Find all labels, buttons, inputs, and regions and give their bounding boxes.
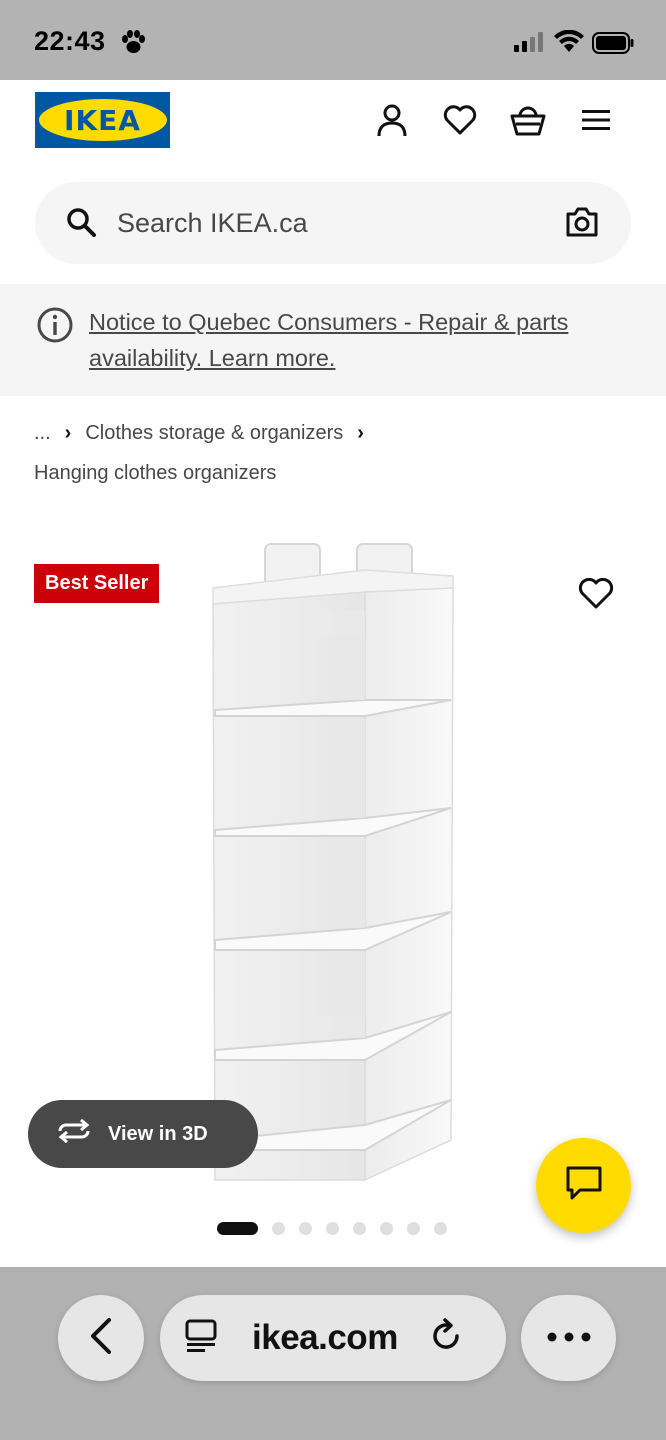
status-time: 22:43 [34,26,106,56]
cellular-signal-icon [514,32,546,57]
pagination-dot[interactable] [380,1222,393,1235]
more-options-button[interactable] [521,1295,616,1381]
pagination-dot[interactable] [407,1222,420,1235]
heart-icon[interactable] [442,102,478,138]
search-bar[interactable] [35,182,631,264]
url-text[interactable]: ikea.com [252,1318,398,1358]
chevron-left-icon [87,1317,115,1360]
product-image[interactable] [205,540,460,1195]
ellipsis-icon [547,1329,591,1347]
chat-icon [566,1166,602,1205]
info-icon [36,306,74,349]
pagination-dot[interactable] [326,1222,339,1235]
pagination-dot[interactable] [353,1222,366,1235]
breadcrumb: ... › Clothes storage & organizers › Han… [34,418,364,488]
product-gallery[interactable]: Best Seller View in 3D [0,520,666,1265]
pagination-dot[interactable] [434,1222,447,1235]
chevron-right-icon: › [64,421,72,444]
status-bar: 22:43 [0,0,666,80]
camera-search-icon[interactable] [565,206,599,243]
search-icon[interactable] [65,206,97,243]
breadcrumb-item[interactable]: Clothes storage & organizers [85,422,343,445]
ikea-logo[interactable]: IKEA [35,92,170,148]
page-menu-icon[interactable] [184,1318,220,1359]
chevron-right-icon: › [357,421,364,444]
notice-banner: Notice to Quebec Consumers - Repair & pa… [0,284,666,396]
browser-toolbar: ikea.com [0,1267,666,1440]
breadcrumb-current[interactable]: Hanging clothes organizers [34,462,276,485]
menu-icon[interactable] [578,102,614,138]
wifi-icon [554,29,584,57]
paw-icon [120,30,146,59]
address-bar[interactable]: ikea.com [160,1295,506,1381]
site-header: IKEA [0,80,666,284]
pagination-dot[interactable] [272,1222,285,1235]
rotate-3d-icon [56,1118,92,1149]
breadcrumb-ellipsis[interactable]: ... [34,422,51,445]
chat-button[interactable] [536,1138,631,1233]
logo-text: IKEA [38,99,167,141]
account-icon[interactable] [374,102,410,138]
notice-link[interactable]: Notice to Quebec Consumers - Repair & pa… [89,304,629,376]
best-seller-badge: Best Seller [34,564,160,603]
image-pagination[interactable] [217,1222,447,1235]
add-to-favourites-heart-icon[interactable] [578,577,614,615]
back-button[interactable] [58,1295,144,1381]
pagination-dot[interactable] [299,1222,312,1235]
view-in-3d-label: View in 3D [108,1122,208,1145]
pagination-dot-active[interactable] [217,1222,258,1235]
basket-icon[interactable] [510,102,546,138]
search-input[interactable] [117,182,537,264]
battery-icon [592,32,634,59]
reload-icon[interactable] [428,1317,464,1359]
view-in-3d-button[interactable]: View in 3D [28,1100,258,1168]
